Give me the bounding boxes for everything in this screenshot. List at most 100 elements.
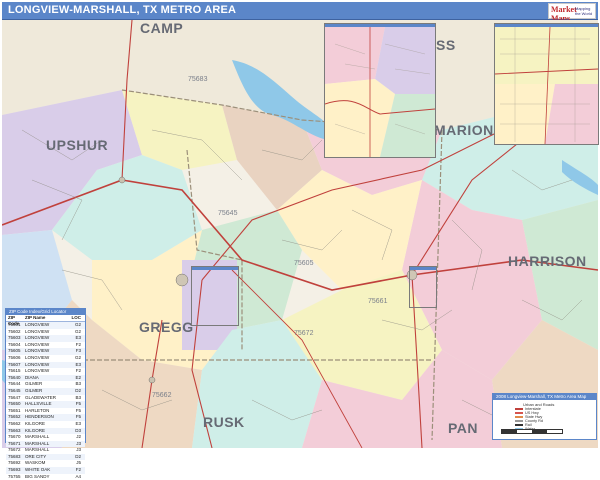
zip-name-cell: LONGVIEW <box>25 335 50 341</box>
map-canvas[interactable]: CAMP UPSHUR MARION SS HARRISON GREGG RUS… <box>1 19 599 449</box>
zip-code-cell: 75683 <box>8 453 21 459</box>
zip-name-cell: WASKOM <box>25 460 46 466</box>
zip-index-row: 75602 LONGVIEW G2 <box>6 329 85 336</box>
zip-code-cell: 75692 <box>8 460 21 466</box>
zip-code-cell: 75652 <box>8 414 21 420</box>
county-label-camp: CAMP <box>140 20 184 36</box>
zip-name-cell: LONGVIEW <box>25 328 50 334</box>
inset-map-longview[interactable] <box>324 23 436 158</box>
town-gilmer <box>118 176 126 184</box>
zip-loc-cell: B3 <box>75 394 81 400</box>
county-label-upshur: UPSHUR <box>46 137 109 153</box>
zip-name-cell: GILMER <box>25 381 43 387</box>
inset-header <box>192 267 238 270</box>
town-kilgore <box>148 376 156 384</box>
zip-code-cell: 75671 <box>8 440 21 446</box>
scale-bar <box>501 429 563 434</box>
zip-name-cell: BIG SANDY <box>25 473 50 479</box>
zip-name-cell: HALLSVILLE <box>25 401 52 407</box>
city-detail-box[interactable] <box>191 266 239 326</box>
zip-index-header: ZIP Code ZIP Name LOC <box>6 315 85 326</box>
zip-loc-cell: F5 <box>75 401 81 407</box>
county-label-harrison: HARRISON <box>508 253 587 269</box>
zip-loc-cell: D3 <box>75 427 81 433</box>
zip-code-cell: 75615 <box>8 368 21 374</box>
zip-index-rows: 75601 LONGVIEW G2 75602 LONGVIEW G2 75603 LONGV… <box>6 322 85 480</box>
town-longview <box>175 273 189 287</box>
zip-code-cell: 75601 <box>8 322 21 327</box>
zip-index-row: 75651 HARLETON F5 <box>6 408 85 415</box>
zip-name-cell: KILGORE <box>25 427 46 433</box>
zip-loc-cell: J3 <box>76 440 81 446</box>
zip-name-cell: HENDERSON <box>25 414 54 420</box>
inset-header <box>495 24 598 27</box>
zip-index-row: 75645 GILMER D2 <box>6 387 85 395</box>
zip-code-cell: 75602 <box>8 328 21 334</box>
zip-index-row: 75671 MARSHALL J3 <box>6 440 85 448</box>
zip-loc-cell: E3 <box>75 361 81 367</box>
county-label-gregg: GREGG <box>139 319 194 335</box>
zip-loc-cell: F3 <box>75 348 81 354</box>
zip-name-cell: GLADEWATER <box>25 394 57 400</box>
zip-code-cell: 75644 <box>8 381 21 387</box>
zip-index-row: 75672 MARSHALL J3 <box>6 447 85 454</box>
publisher-logo-sub: Mapping the World <box>575 6 593 16</box>
zip-index-row: 75640 DIANA E2 <box>6 374 85 382</box>
zip-index-row: 75603 LONGVIEW E3 <box>6 335 85 342</box>
zip-code-cell: 75640 <box>8 374 21 380</box>
inset-longview-svg <box>325 27 435 157</box>
zip-index-row: 75615 LONGVIEW F2 <box>6 368 85 375</box>
zip-code-cell: 75604 <box>8 341 21 347</box>
zip-index-row: 75644 GILMER B3 <box>6 381 85 388</box>
publisher-logo: Market Maps Mapping the World <box>548 3 596 23</box>
map-frame: LONGVIEW-MARSHALL, TX METRO AREA Market … <box>0 0 600 479</box>
zip-label: 75605 <box>294 260 314 267</box>
zip-code-cell: 75662 <box>8 420 21 426</box>
county-label-panola: PAN <box>448 420 479 436</box>
zip-loc-cell: J2 <box>76 434 81 440</box>
zip-loc-cell: J3 <box>76 447 81 453</box>
zip-loc-cell: G2 <box>74 328 81 334</box>
zip-code-cell: 75605 <box>8 348 21 354</box>
inset-map-marshall[interactable] <box>494 23 599 145</box>
zip-loc-cell: E3 <box>75 420 81 426</box>
map-title: LONGVIEW-MARSHALL, TX METRO AREA <box>8 4 237 16</box>
zip-index-row: 75663 KILGORE D3 <box>6 427 85 435</box>
zip-code-cell: 75651 <box>8 407 21 413</box>
zip-code-cell: 75606 <box>8 354 21 360</box>
zip-code-cell: 75647 <box>8 394 21 400</box>
zip-name-cell: LONGVIEW <box>25 361 50 367</box>
zip-code-cell: 75607 <box>8 361 21 367</box>
zip-name-cell: DIANA <box>25 374 39 380</box>
inset-header <box>410 267 436 270</box>
zip-name-cell: MARSHALL <box>25 440 50 446</box>
zip-name-cell: LONGVIEW <box>25 341 50 347</box>
zip-code-cell: 75650 <box>8 401 21 407</box>
zip-name-cell: LONGVIEW <box>25 354 50 360</box>
zip-loc-cell: F5 <box>75 407 81 413</box>
city-detail-box-marshall[interactable] <box>409 266 437 308</box>
zip-label: 75661 <box>368 298 388 305</box>
zip-loc-cell: F2 <box>75 341 81 347</box>
zip-name-cell: ORE CITY <box>25 453 47 459</box>
zip-name-cell: GILMER <box>25 387 43 393</box>
zip-loc-cell: B3 <box>75 381 81 387</box>
county-label-rusk: RUSK <box>203 414 245 430</box>
zip-code-cell: 75672 <box>8 447 21 453</box>
zip-code-cell: 75693 <box>8 467 21 473</box>
zip-index-row: 75647 GLADEWATER B3 <box>6 395 85 402</box>
inset-marshall-svg <box>495 26 598 144</box>
zip-loc-cell: G2 <box>74 354 81 360</box>
zip-loc-cell: J5 <box>76 460 81 466</box>
map-legend: 2008 Longview-Marshall, TX Metro Area Ma… <box>492 393 597 440</box>
zip-label: 75683 <box>188 76 208 83</box>
zip-name-cell: KILGORE <box>25 420 46 426</box>
zip-index-row: 75662 KILGORE E3 <box>6 421 85 428</box>
zip-label: 75662 <box>152 392 172 399</box>
zip-name-cell: MARSHALL <box>25 434 50 440</box>
zip-index-row: 75670 MARSHALL J2 <box>6 434 85 441</box>
zip-name-cell: LONGVIEW <box>25 322 50 327</box>
zip-name-cell: MARSHALL <box>25 447 50 453</box>
zip-index-row: 75692 WASKOM J5 <box>6 460 85 467</box>
legend-title: 2008 Longview-Marshall, TX Metro Area Ma… <box>493 394 596 400</box>
